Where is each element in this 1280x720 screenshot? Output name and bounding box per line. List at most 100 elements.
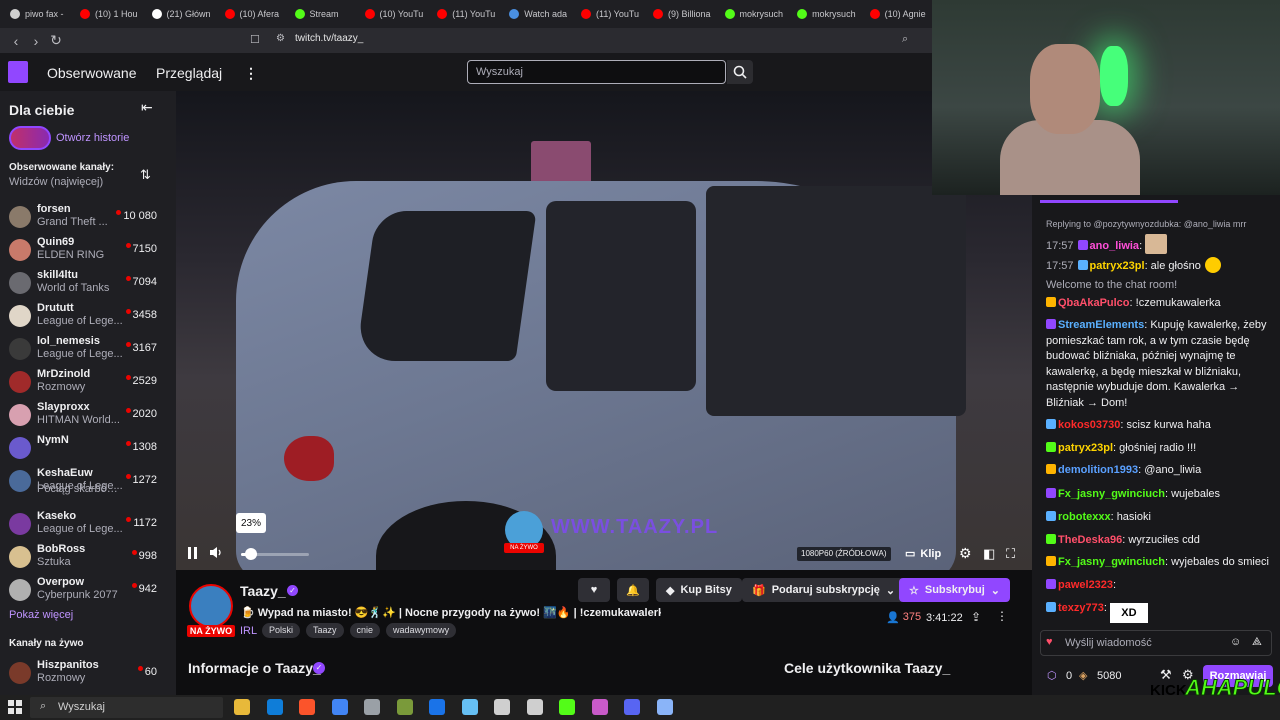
sidebar-channel[interactable]: Drututt League of Lege... 3458: [0, 298, 170, 331]
reload-icon[interactable]: ↻: [46, 32, 66, 49]
stream-category[interactable]: IRL: [240, 625, 257, 637]
forward-icon[interactable]: ›: [26, 33, 46, 49]
emote-picker-icon[interactable]: ☺: [1230, 636, 1241, 648]
volume-icon: [210, 547, 221, 558]
stories-avatars[interactable]: [9, 126, 51, 150]
chevron-down-icon: ⌄: [990, 584, 1000, 597]
chat-username[interactable]: StreamElements: [1058, 319, 1144, 331]
browser-tab[interactable]: (9) Billiona: [647, 2, 717, 26]
game-icon[interactable]: [396, 699, 413, 715]
bookmark-icon[interactable]: ☐: [250, 33, 260, 46]
zoom-icon[interactable]: ⌕: [902, 33, 908, 46]
back-icon[interactable]: ‹: [6, 33, 26, 49]
notifications-button[interactable]: 🔔: [617, 578, 649, 602]
twitch-logo-icon[interactable]: [8, 61, 28, 83]
video-player[interactable]: NA ŻYWO WWW.TAAZY.PL: [176, 91, 1032, 570]
bits-button[interactable]: ◆ Kup Bitsy: [656, 578, 742, 602]
chrome-icon[interactable]: [331, 699, 348, 715]
chat-username[interactable]: patryx23pl: [1058, 442, 1113, 454]
clip-button[interactable]: ▭ Klip: [905, 547, 941, 561]
edge-icon[interactable]: [266, 699, 283, 715]
streamer-name[interactable]: Taazy_: [240, 583, 286, 599]
share-icon[interactable]: ⇪: [971, 610, 981, 624]
channel-points-icon[interactable]: ⬡: [1047, 669, 1057, 682]
sidebar-channel[interactable]: BobRoss Sztuka 998: [0, 539, 170, 572]
chat-username[interactable]: Fx_jasny_gwinciuch: [1058, 556, 1165, 568]
nav-browse[interactable]: Przeglądaj: [156, 65, 222, 81]
nav-followed[interactable]: Obserwowane: [47, 65, 137, 81]
browser-tab[interactable]: (10) Agnie: [864, 2, 932, 26]
chat-username[interactable]: demolition1993: [1058, 464, 1138, 476]
pause-button[interactable]: [188, 547, 198, 562]
search-button[interactable]: [727, 60, 753, 84]
streamer-avatar[interactable]: [189, 584, 233, 628]
sidebar-channel[interactable]: MrDzinold Rozmowy 2529: [0, 364, 170, 397]
subscribe-button[interactable]: ☆ Subskrybuj ⌄: [899, 578, 1010, 602]
url-text[interactable]: twitch.tv/taazy_: [295, 33, 363, 44]
kick-app-icon[interactable]: [559, 699, 575, 715]
browser-tab[interactable]: (10) 1 Hou: [74, 2, 144, 26]
browser-tab[interactable]: (10) YouTu: [359, 2, 430, 26]
browser-tab[interactable]: Stream: [289, 2, 357, 26]
sidebar-channel[interactable]: Overpow Cyberpunk 2077 942: [0, 572, 170, 605]
gift-sub-button[interactable]: 🎁 Podaruj subskrypcję ⌄: [742, 578, 906, 602]
sidebar-channel[interactable]: skill4ltu World of Tanks 7094: [0, 265, 170, 298]
windows-start-icon[interactable]: [8, 700, 22, 714]
theatre-mode-icon[interactable]: ◧: [983, 546, 995, 562]
chat-username[interactable]: pawel2323: [1058, 579, 1113, 591]
chat-username[interactable]: ano_liwia: [1090, 240, 1140, 252]
browser-tab[interactable]: (10) Afera: [219, 2, 287, 26]
stream-tag[interactable]: wadawymowy: [386, 623, 457, 638]
site-settings-icon[interactable]: ⚙: [276, 33, 285, 44]
stream-tag[interactable]: cnie: [349, 623, 381, 638]
chat-username[interactable]: TheDeska96: [1058, 534, 1122, 546]
chat-username[interactable]: Fx_jasny_gwinciuch: [1058, 488, 1165, 500]
sidebar-channel[interactable]: Kaseko League of Lege... 1172: [0, 506, 170, 539]
chat-username[interactable]: patryx23pl: [1090, 260, 1145, 272]
chat-username[interactable]: texzy773: [1058, 602, 1104, 614]
chat-username[interactable]: QbaAkaPulco: [1058, 297, 1130, 309]
fullscreen-icon[interactable]: ⛶: [1006, 546, 1015, 562]
browser-tab[interactable]: (21) Główn: [146, 2, 217, 26]
chat-username[interactable]: robotexxx: [1058, 511, 1111, 523]
bits-cheer-icon[interactable]: ⟁: [1252, 636, 1262, 649]
file-explorer-icon[interactable]: [234, 699, 250, 715]
sidebar-channel[interactable]: lol_nemesis League of Lege... 3167: [0, 331, 170, 364]
sort-icon[interactable]: ⇅: [140, 167, 151, 183]
volume-button[interactable]: [210, 546, 223, 562]
obs-icon[interactable]: [526, 699, 543, 715]
brave-icon[interactable]: [299, 699, 315, 715]
show-more-link[interactable]: Pokaż więcej: [9, 609, 73, 621]
settings-gear-icon[interactable]: ⚙: [959, 545, 972, 562]
stream-tag[interactable]: Taazy: [306, 623, 344, 638]
sidebar-channel[interactable]: forsen Grand Theft ... 10 080: [0, 199, 170, 232]
discord-icon[interactable]: [624, 699, 640, 715]
browser-tab[interactable]: (11) YouTu: [431, 2, 501, 26]
open-stories-link[interactable]: Otwórz historie: [56, 132, 129, 144]
browser-tab[interactable]: Watch ada: [503, 2, 573, 26]
collapse-sidebar-icon[interactable]: ⇤: [141, 99, 153, 116]
app-icon[interactable]: [591, 699, 608, 715]
browser-tab[interactable]: piwo fax -: [4, 2, 72, 26]
browser-tab[interactable]: mokrysuch: [719, 2, 790, 26]
app-icon[interactable]: [364, 699, 380, 715]
more-options-icon[interactable]: ⋮: [996, 609, 1008, 623]
follow-heart-button[interactable]: ♥: [578, 578, 610, 602]
settings-icon[interactable]: [494, 699, 510, 715]
steam-icon[interactable]: [461, 699, 478, 715]
chat-username[interactable]: kokos03730: [1058, 419, 1120, 431]
sidebar-channel[interactable]: Quin69 ELDEN RING 7150: [0, 232, 170, 265]
taskbar-search[interactable]: Wyszukaj: [30, 697, 223, 718]
sidebar-channel[interactable]: NymN 1308: [0, 430, 170, 463]
sidebar-channel[interactable]: Slayproxx HITMAN World... 2020: [0, 397, 170, 430]
more-menu-icon[interactable]: ⋮: [244, 65, 258, 82]
firefox-icon[interactable]: [429, 699, 445, 715]
sidebar-live-channel[interactable]: Hiszpanitos Rozmowy 60: [0, 655, 170, 688]
browser-tab[interactable]: (11) YouTu: [575, 2, 645, 26]
search-input[interactable]: Wyszukaj: [467, 60, 726, 84]
stream-tag[interactable]: Polski: [262, 623, 301, 638]
browser-tab[interactable]: mokrysuch: [791, 2, 862, 26]
volume-knob[interactable]: [245, 548, 257, 560]
app-icon[interactable]: [656, 699, 673, 715]
mod-tools-icon[interactable]: ⚒: [1160, 667, 1172, 683]
